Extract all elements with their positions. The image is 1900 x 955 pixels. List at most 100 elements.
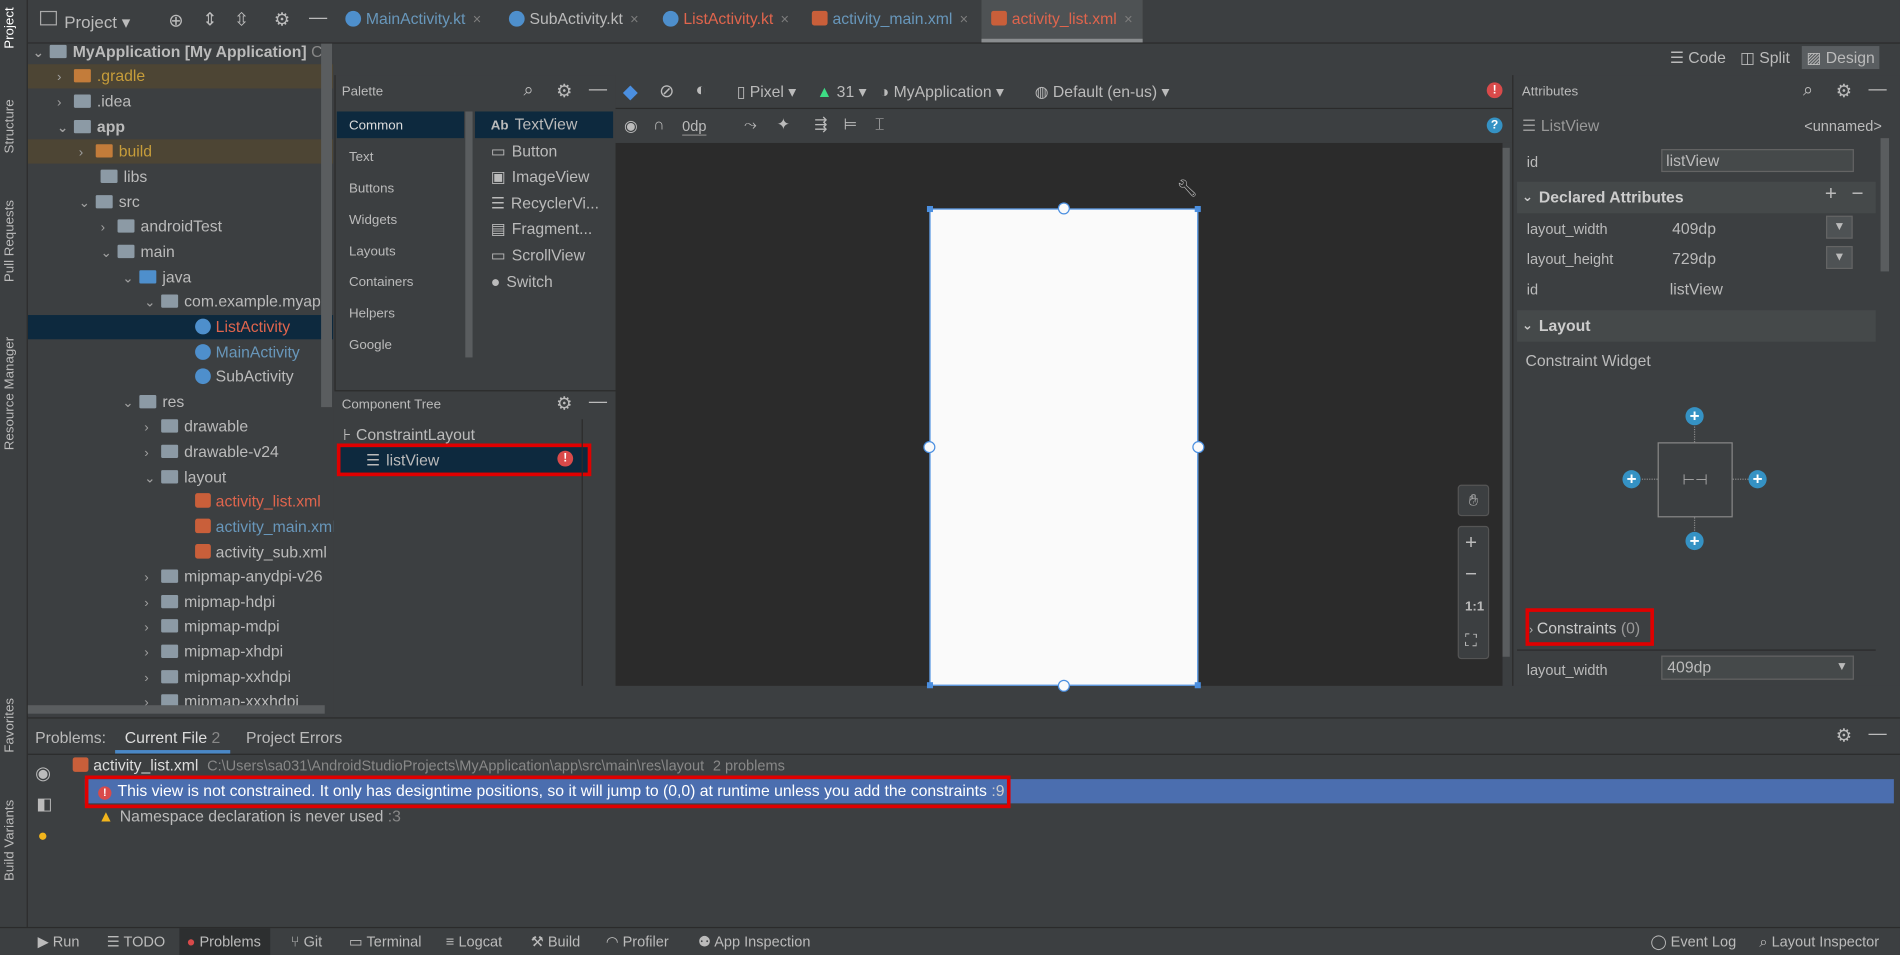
error-icon[interactable]: ! bbox=[1486, 82, 1503, 99]
tab-mainactivity[interactable]: MainActivity.kt × bbox=[345, 10, 481, 37]
tree-item-package[interactable]: ⌄ com.example.myapp bbox=[144, 290, 329, 314]
bottom-anchor-handle[interactable] bbox=[1057, 679, 1070, 692]
layout-section-header[interactable]: ⌄ Layout bbox=[1517, 310, 1876, 342]
magnet-icon[interactable]: ∩ bbox=[653, 115, 664, 133]
tree-item-androidtest[interactable]: › androidTest bbox=[101, 214, 222, 238]
wrench-icon[interactable]: 🔧︎ bbox=[1177, 178, 1199, 199]
close-icon[interactable]: × bbox=[960, 11, 969, 28]
build-variants-tool-tab[interactable]: Build Variants bbox=[2, 800, 17, 881]
todo-tool-button[interactable]: ☰ TODO bbox=[107, 933, 166, 950]
dropdown-button[interactable]: ▼ bbox=[1826, 245, 1853, 269]
add-icon[interactable]: + bbox=[1825, 182, 1837, 206]
resize-handle[interactable] bbox=[1194, 682, 1201, 689]
tree-item-res[interactable]: ⌄ res bbox=[122, 390, 184, 414]
minimize-icon[interactable]: — bbox=[1868, 79, 1886, 100]
tab-activity-main[interactable]: activity_main.xml × bbox=[811, 10, 969, 37]
locate-icon[interactable]: ⊕ bbox=[168, 10, 183, 32]
search-icon[interactable]: ⌕ bbox=[523, 80, 533, 101]
code-mode-button[interactable]: ☰ Code bbox=[1670, 48, 1726, 66]
eye-icon[interactable]: ◉ bbox=[624, 116, 638, 135]
tree-item-src[interactable]: ⌄ src bbox=[79, 190, 140, 214]
palette-item-recyclerview[interactable]: ☰ RecyclerVi... bbox=[491, 194, 599, 213]
expand-all-icon[interactable]: ⇕ bbox=[202, 8, 217, 31]
api-selector[interactable]: ▲ 31 ▾ bbox=[817, 82, 867, 101]
split-mode-button[interactable]: ◫ Split bbox=[1740, 48, 1790, 66]
tree-horizontal-scrollbar[interactable] bbox=[27, 705, 325, 714]
tab-activity-list[interactable]: activity_list.xml × bbox=[981, 0, 1143, 43]
tree-item-libs[interactable]: libs bbox=[100, 165, 147, 189]
tab-subactivity[interactable]: SubActivity.kt × bbox=[508, 10, 639, 37]
palette-category-widgets[interactable]: Widgets bbox=[349, 213, 397, 228]
logcat-tool-button[interactable]: ≡ Logcat bbox=[446, 933, 502, 950]
tree-item-activity-list[interactable]: activity_list.xml bbox=[195, 490, 321, 514]
close-icon[interactable]: × bbox=[1124, 11, 1133, 28]
tree-root[interactable]: ⌄MyApplication [My Application] C:\ bbox=[33, 44, 331, 65]
close-icon[interactable]: × bbox=[630, 11, 639, 28]
project-view-selector[interactable]: Project ▾ bbox=[64, 12, 130, 33]
palette-item-button[interactable]: ▭ Button bbox=[491, 142, 558, 161]
tree-item-build[interactable]: › build bbox=[27, 139, 334, 164]
minimize-icon[interactable]: — bbox=[589, 391, 607, 412]
tree-item-app[interactable]: ⌄ app bbox=[57, 115, 125, 139]
tree-item-gradle[interactable]: › .gradle bbox=[27, 64, 334, 89]
right-anchor-handle[interactable] bbox=[1192, 441, 1205, 454]
add-constraint-bottom-icon[interactable]: + bbox=[1685, 531, 1704, 551]
infer-constraints-icon[interactable]: ✦ bbox=[777, 115, 790, 134]
gear-icon[interactable]: ⚙ bbox=[1836, 80, 1852, 102]
collapse-all-icon[interactable]: ⇳ bbox=[234, 8, 249, 31]
palette-category-common[interactable]: Common bbox=[349, 119, 403, 134]
pan-button[interactable]: ✋︎ bbox=[1457, 484, 1490, 517]
preview-icon[interactable]: ◧ bbox=[36, 794, 52, 815]
problem-file-row[interactable]: activity_list.xml C:\Users\sa031\Android… bbox=[72, 756, 785, 774]
top-anchor-handle[interactable] bbox=[1057, 202, 1070, 215]
tree-item-activity-sub[interactable]: activity_sub.xml bbox=[195, 540, 327, 564]
gear-icon[interactable]: ⚙ bbox=[1836, 725, 1852, 747]
dropdown-button[interactable]: ▼ bbox=[1826, 215, 1853, 239]
run-tool-button[interactable]: ▶ Run bbox=[38, 933, 80, 950]
guidelines-icon[interactable]: ⌶ bbox=[875, 115, 884, 134]
night-mode-icon[interactable]: ◐ bbox=[696, 80, 707, 101]
app-inspection-tool-button[interactable]: ⚉ App Inspection bbox=[698, 933, 810, 950]
id-input[interactable]: listView bbox=[1661, 149, 1854, 173]
git-tool-button[interactable]: ⑂ Git bbox=[291, 933, 322, 950]
tree-scrollbar[interactable] bbox=[321, 43, 333, 408]
palette-category-helpers[interactable]: Helpers bbox=[349, 307, 395, 322]
zoom-in-icon[interactable]: + bbox=[1465, 531, 1477, 555]
tree-item-mipmap-mdpi[interactable]: › mipmap-mdpi bbox=[144, 614, 279, 638]
warning-problem-row[interactable]: ▲ Namespace declaration is never used :3 bbox=[98, 807, 401, 825]
structure-tool-tab[interactable]: Structure bbox=[2, 99, 17, 153]
listview-preview[interactable] bbox=[923, 202, 1205, 692]
build-tool-button[interactable]: ⚒ Build bbox=[531, 933, 580, 950]
clear-constraints-icon[interactable]: ⤳ bbox=[744, 115, 757, 134]
pull-requests-tool-tab[interactable]: Pull Requests bbox=[2, 200, 17, 282]
problems-tool-button[interactable]: ● Problems bbox=[179, 928, 271, 955]
minimize-icon[interactable]: — bbox=[589, 79, 607, 100]
tree-item-listactivity[interactable]: ListActivity bbox=[27, 315, 334, 340]
layout-inspector-tool-button[interactable]: ⌕ Layout Inspector bbox=[1759, 933, 1879, 951]
component-root[interactable]: ⊦ ConstraintLayout bbox=[343, 425, 475, 444]
design-mode-button[interactable]: ▨ Design bbox=[1801, 46, 1880, 70]
pack-icon[interactable]: ⇶ bbox=[814, 115, 827, 134]
orientation-icon[interactable]: ⊘ bbox=[659, 80, 674, 102]
tree-item-layout[interactable]: ⌄ layout bbox=[144, 465, 226, 489]
search-icon[interactable]: ⌕ bbox=[1803, 80, 1813, 101]
layout-width-dropdown[interactable]: 409dp ▼ bbox=[1661, 655, 1854, 680]
palette-category-layouts[interactable]: Layouts bbox=[349, 245, 396, 260]
minimize-icon[interactable]: — bbox=[309, 7, 327, 28]
palette-item-scrollview[interactable]: ▭ ScrollView bbox=[491, 246, 585, 265]
palette-item-fragment[interactable]: ▤ Fragment... bbox=[491, 219, 592, 238]
palette-item-imageview[interactable]: ▣ ImageView bbox=[491, 167, 590, 186]
resize-handle[interactable] bbox=[1194, 205, 1201, 213]
palette-category-google[interactable]: Google bbox=[349, 338, 392, 353]
tree-item-mipmap-xhdpi[interactable]: › mipmap-xhdpi bbox=[144, 640, 283, 664]
add-constraint-top-icon[interactable]: + bbox=[1685, 407, 1704, 426]
close-icon[interactable]: × bbox=[473, 11, 482, 28]
tree-item-activity-main[interactable]: activity_main.xml bbox=[195, 515, 333, 539]
help-icon[interactable]: ? bbox=[1486, 117, 1503, 134]
minimize-icon[interactable]: — bbox=[1868, 723, 1886, 744]
id-attr-value[interactable]: listView bbox=[1670, 280, 1723, 298]
tree-item-idea[interactable]: › .idea bbox=[57, 90, 131, 114]
layers-icon[interactable]: ◆ bbox=[623, 80, 638, 104]
event-log-tool-button[interactable]: ◯ Event Log bbox=[1650, 933, 1736, 950]
close-icon[interactable]: × bbox=[781, 11, 790, 28]
